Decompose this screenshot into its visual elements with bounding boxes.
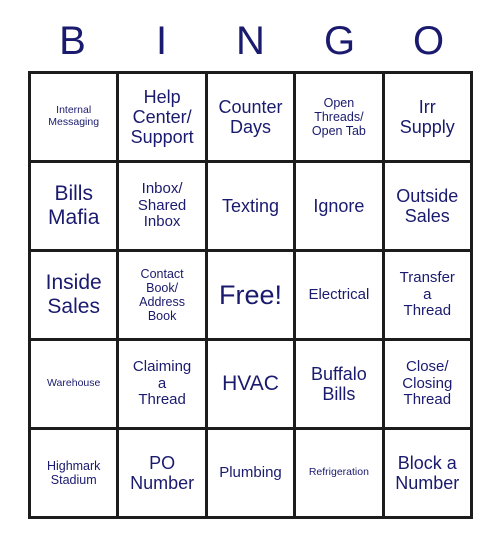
bingo-cell[interactable]: Highmark Stadium (31, 430, 120, 519)
bingo-cell-label: Bills Mafia (48, 182, 100, 229)
bingo-cell-label: Block a Number (395, 452, 460, 493)
bingo-cell-label: Close/ Closing Thread (402, 357, 453, 409)
bingo-cell-label: Free! (218, 279, 282, 310)
bingo-cell[interactable]: Texting (207, 163, 297, 252)
bingo-card: B I N G O Internal Messaging Help Center/… (0, 0, 501, 544)
bingo-cell-label: Irr Supply (399, 96, 455, 137)
bingo-cell-label: Inbox/ Shared Inbox (137, 179, 187, 231)
bingo-grid: Internal Messaging Help Center/ Support Co… (28, 71, 473, 519)
bingo-header-row: B I N G O (28, 14, 473, 68)
bingo-cell-label: HVAC (222, 372, 279, 396)
bingo-cell-label: PO Number (130, 452, 195, 493)
bingo-cell[interactable]: Counter Days (207, 74, 297, 163)
bingo-cell-label: Inside Sales (45, 271, 102, 318)
bingo-cell-label: Help Center/ Support (130, 86, 194, 148)
bingo-header-letter-n: N (236, 19, 265, 63)
bingo-cell[interactable]: Internal Messaging (31, 74, 120, 163)
bingo-cell[interactable]: Plumbing (207, 430, 297, 519)
bingo-cell[interactable]: Contact Book/ Address Book (119, 252, 208, 341)
bingo-cell-label: Claiming a Thread (132, 357, 192, 409)
bingo-cell[interactable]: Inside Sales (31, 252, 120, 341)
bingo-cell[interactable]: Inbox/ Shared Inbox (119, 163, 208, 252)
bingo-cell[interactable]: Transfer a Thread (384, 252, 473, 341)
bingo-cell[interactable]: Refrigeration (296, 430, 385, 519)
bingo-cell-label: Warehouse (47, 377, 101, 390)
bingo-cell-label: Open Threads/ Open Tab (311, 96, 366, 138)
bingo-cell[interactable]: Ignore (296, 163, 385, 252)
bingo-header-letter-b: B (59, 19, 86, 63)
bingo-header-letter-o: O (412, 19, 445, 63)
bingo-cell-label: Counter Days (218, 96, 283, 137)
bingo-cell[interactable]: HVAC (207, 341, 297, 430)
bingo-cell[interactable]: Electrical (296, 252, 385, 341)
bingo-cell[interactable]: Free! (207, 252, 297, 341)
bingo-cell[interactable]: Claiming a Thread (119, 341, 208, 430)
bingo-cell-label: Ignore (313, 195, 365, 216)
bingo-cell[interactable]: PO Number (119, 430, 208, 519)
bingo-cell-label: Outside Sales (396, 185, 459, 226)
bingo-cell-label: Buffalo Bills (311, 363, 367, 404)
bingo-cell-label: Internal Messaging (48, 104, 100, 128)
bingo-cell-label: Transfer a Thread (399, 268, 455, 320)
bingo-cell-label: Texting (221, 195, 280, 216)
bingo-cell-label: Refrigeration (308, 466, 369, 479)
bingo-header-letter-g: G (323, 19, 356, 63)
bingo-cell[interactable]: Warehouse (31, 341, 120, 430)
bingo-cell-label: Contact Book/ Address Book (139, 267, 186, 323)
bingo-cell-label: Electrical (308, 285, 370, 303)
bingo-cell[interactable]: Help Center/ Support (119, 74, 208, 163)
bingo-cell[interactable]: Block a Number (384, 430, 473, 519)
bingo-header-letter-i: I (155, 19, 168, 63)
bingo-cell[interactable]: Open Threads/ Open Tab (296, 74, 385, 163)
bingo-cell-label: Highmark Stadium (46, 459, 101, 487)
bingo-cell[interactable]: Buffalo Bills (296, 341, 385, 430)
bingo-cell[interactable]: Irr Supply (384, 74, 473, 163)
bingo-cell[interactable]: Bills Mafia (31, 163, 120, 252)
bingo-cell[interactable]: Close/ Closing Thread (384, 341, 473, 430)
bingo-cell[interactable]: Outside Sales (384, 163, 473, 252)
bingo-cell-label: Plumbing (219, 463, 282, 481)
